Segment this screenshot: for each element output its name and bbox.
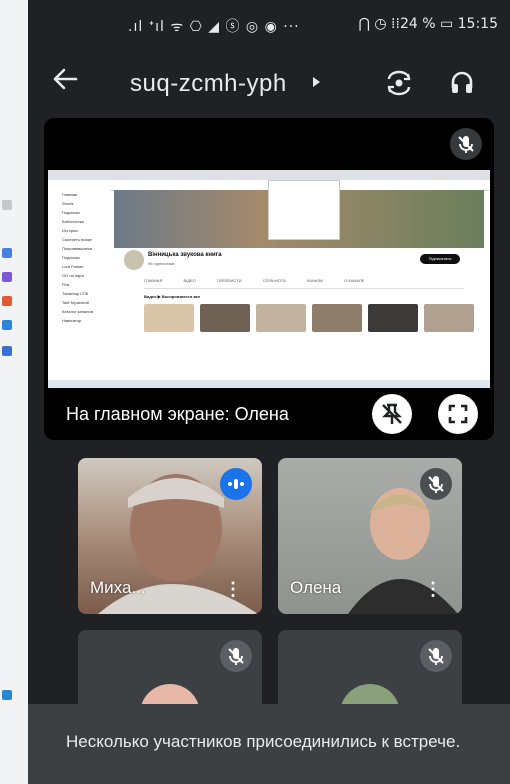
outlook-icon <box>2 320 12 330</box>
subscribe-button: Підписатися <box>420 254 460 264</box>
edge-icon <box>2 346 12 356</box>
video-thumbnail <box>200 304 250 332</box>
meet-app: .ıl ᐩıl ᯤ ⎔ ◢ ⓢ ◎ ◉ ··· ⋂ ◷ ⁞⁞24 % ▭ 15:… <box>28 0 510 784</box>
participant-tile[interactable]: Миха... ⋮ <box>78 458 262 614</box>
sidebar-item: Shorts <box>62 201 74 206</box>
sidebar-item: Навигатор <box>62 318 82 323</box>
fullscreen-icon <box>448 404 468 424</box>
background-window-strip <box>0 0 28 784</box>
back-arrow-icon[interactable] <box>52 66 78 97</box>
sidebar-item: Подписки <box>62 255 80 260</box>
main-stage[interactable]: Главная Shorts Подписки Библиотека Истор… <box>44 118 494 440</box>
status-bar: .ıl ᐩıl ᯤ ⎔ ◢ ⓢ ◎ ◉ ··· ⋂ ◷ ⁞⁞24 % ▭ 15:… <box>28 0 510 52</box>
channel-name: Вінницька звукова книга <box>148 252 222 258</box>
video-thumbnail <box>424 304 474 332</box>
shared-screen: Главная Shorts Подписки Библиотека Истор… <box>48 170 490 388</box>
channel-tab: КАНАЛИ <box>306 278 324 283</box>
sidebar-item: Смотреть позже <box>62 237 93 242</box>
sidebar-item: История <box>62 228 78 233</box>
unpin-button[interactable] <box>372 394 412 434</box>
participant-tile[interactable]: Олена ⋮ <box>278 458 462 614</box>
subscribe-label: Підписатися <box>428 256 452 261</box>
sidebar-item: Твій Музичний <box>62 300 89 305</box>
stage-label: На главном экране: Олена <box>66 404 289 424</box>
video-thumbnail <box>256 304 306 332</box>
toast-message: Несколько участников присоединились к вс… <box>66 732 461 751</box>
sidebar-item: Fink <box>62 282 70 287</box>
extension-icon <box>2 272 12 282</box>
unpin-icon <box>382 403 402 424</box>
sidebar-item: ОО на парті <box>62 273 85 278</box>
more-options-icon[interactable]: ⋮ <box>424 580 442 598</box>
switch-camera-icon[interactable] <box>384 68 414 98</box>
gear-icon <box>2 690 12 700</box>
office-icon <box>2 296 12 306</box>
youtube-sidebar: Главная Shorts Подписки Библиотека Истор… <box>48 190 110 380</box>
video-thumbnail <box>368 304 418 332</box>
more-options-icon[interactable]: ⋮ <box>224 580 242 598</box>
mic-off-icon <box>420 468 452 500</box>
meeting-code[interactable]: suq-zcmh-yph <box>130 70 287 98</box>
video-thumbnail <box>312 304 362 332</box>
sidebar-item: Lora Fabian <box>62 264 84 269</box>
speaking-indicator-icon <box>220 468 252 500</box>
participant-name: Олена <box>290 578 342 597</box>
mic-off-icon <box>220 640 252 672</box>
sidebar-item: Подписки <box>62 210 80 215</box>
meeting-header: suq-zcmh-yph <box>28 58 510 110</box>
mic-off-icon <box>420 640 452 672</box>
browser-tabs <box>48 170 490 180</box>
mic-off-icon <box>450 128 482 160</box>
channel-tab: ПЛЕЙЛИСТИ <box>216 278 242 283</box>
status-left-icons: .ıl ᐩıl ᯤ ⎔ ◢ ⓢ ◎ ◉ ··· <box>128 19 300 35</box>
fullscreen-button[interactable] <box>438 394 478 434</box>
sidebar-item: Библиотека <box>62 219 84 224</box>
participant-name: Миха... <box>90 578 146 597</box>
channel-tabs: ГЛАВНАЯ ВІДЕО ПЛЕЙЛИСТИ СПІЛЬНОТА КАНАЛИ… <box>144 278 464 289</box>
meet-popup-preview <box>268 180 340 240</box>
channel-tab: О КАНАЛЕ <box>344 278 365 283</box>
windows-taskbar <box>48 380 490 388</box>
sidebar-item: Каталог каналов <box>62 309 93 314</box>
status-right-info: ⋂ ◷ ⁞⁞24 % ▭ 15:15 <box>358 16 498 32</box>
close-icon <box>2 200 12 210</box>
video-thumbnail <box>144 304 194 332</box>
sidebar-item: Таємниці СПБ <box>62 291 89 296</box>
channel-tab: ГЛАВНАЯ <box>144 278 163 283</box>
headphones-icon[interactable] <box>448 68 478 98</box>
section-title: Видео ▶ Воспроизвести все <box>144 294 201 299</box>
expand-icon[interactable] <box>310 76 322 91</box>
sidebar-item: Главная <box>62 192 78 197</box>
channel-subscribers: 96 підписників <box>148 261 175 266</box>
channel-tab: СПІЛЬНОТА <box>262 278 286 283</box>
sidebar-item: Понравившиеся <box>62 246 93 251</box>
channel-tab: ВІДЕО <box>183 278 196 283</box>
avatar <box>124 250 144 270</box>
search-icon <box>2 248 12 258</box>
